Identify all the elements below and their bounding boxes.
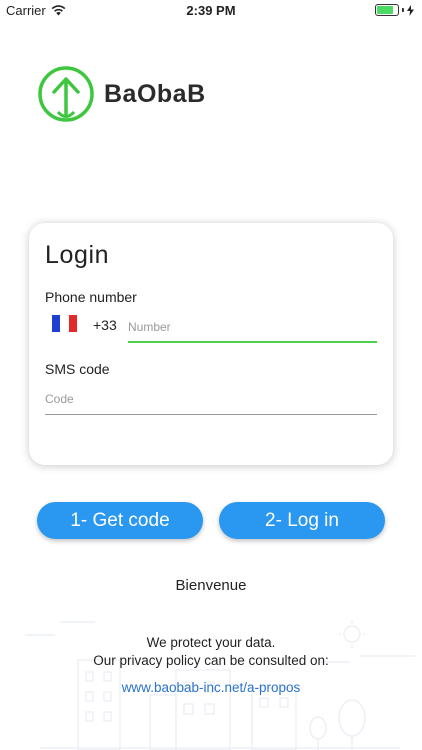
phone-number-input[interactable]	[128, 319, 377, 335]
login-title: Login	[45, 241, 110, 269]
login-card: Login Phone number +33 SMS code	[29, 223, 393, 465]
phone-number-label: Phone number	[45, 289, 137, 305]
france-flag-icon[interactable]	[52, 315, 77, 332]
logo-text: BaObaB	[104, 79, 206, 108]
privacy-text-line2: Our privacy policy can be consulted on:	[93, 653, 329, 668]
privacy-policy-link[interactable]: www.baobab-inc.net/a-propos	[0, 680, 422, 695]
sms-code-label: SMS code	[45, 361, 110, 377]
app-logo: BaObaB	[36, 64, 206, 124]
battery-icon	[375, 4, 399, 16]
dial-code: +33	[93, 317, 117, 333]
status-bar: Carrier 2:39 PM	[0, 0, 422, 22]
battery-cap	[402, 8, 404, 12]
city-illustration	[25, 620, 415, 750]
status-bar-right	[375, 4, 414, 16]
get-code-button[interactable]: 1- Get code	[37, 502, 203, 539]
welcome-text: Bienvenue	[175, 577, 247, 594]
phone-input-underline	[128, 341, 377, 343]
status-time: 2:39 PM	[186, 3, 236, 18]
battery-level	[377, 6, 394, 14]
sms-input-underline	[45, 414, 377, 415]
log-in-button[interactable]: 2- Log in	[219, 502, 385, 539]
baobab-logo-icon	[38, 66, 94, 122]
sms-code-input[interactable]	[45, 391, 377, 407]
privacy-text-line1: We protect your data.	[146, 635, 276, 650]
charging-bolt-icon	[407, 4, 414, 16]
